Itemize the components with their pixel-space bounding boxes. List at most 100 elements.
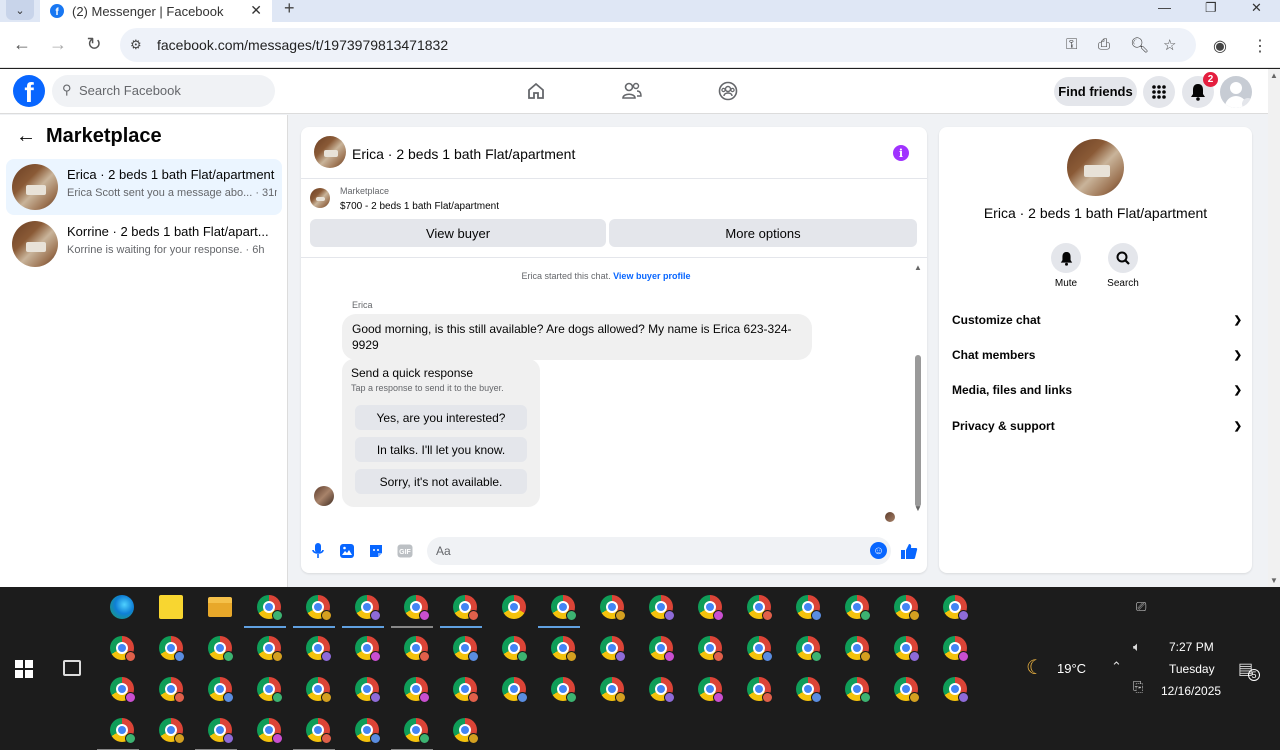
- chrome-icon[interactable]: [551, 677, 577, 703]
- chrome-icon[interactable]: [796, 636, 822, 662]
- edge-browser-icon[interactable]: [110, 595, 134, 619]
- browser-tab[interactable]: f (2) Messenger | Facebook ✕: [40, 0, 272, 22]
- emoji-icon[interactable]: ☺: [870, 542, 887, 559]
- message-input[interactable]: Aa ☺: [427, 537, 891, 565]
- forward-arrow-icon[interactable]: →: [47, 34, 69, 55]
- find-friends-button[interactable]: Find friends: [1054, 77, 1137, 106]
- chrome-icon[interactable]: [649, 636, 675, 662]
- sticker-icon[interactable]: [368, 543, 384, 559]
- tray-chevron-up-icon[interactable]: ⌃: [1111, 659, 1122, 675]
- search-in-chat-button[interactable]: Search: [1098, 243, 1148, 289]
- new-tab-button[interactable]: +: [284, 0, 295, 17]
- quick-response-button[interactable]: In talks. I'll let you know.: [355, 437, 527, 462]
- chrome-icon[interactable]: [600, 595, 626, 621]
- profile-icon[interactable]: ◉: [1213, 36, 1227, 56]
- listing-thumbnail[interactable]: [314, 136, 346, 168]
- chrome-icon[interactable]: [502, 595, 526, 619]
- chrome-icon[interactable]: [600, 636, 626, 662]
- chrome-icon[interactable]: [698, 595, 724, 621]
- chrome-icon[interactable]: [649, 677, 675, 703]
- quick-response-button[interactable]: Yes, are you interested?: [355, 405, 527, 430]
- chrome-icon[interactable]: [404, 636, 430, 662]
- friends-icon[interactable]: [621, 80, 643, 102]
- scroll-down-icon[interactable]: ▼: [1270, 576, 1278, 585]
- chrome-icon[interactable]: [208, 718, 234, 744]
- message-bubble[interactable]: Good morning, is this still available? A…: [342, 314, 812, 360]
- scroll-up-icon[interactable]: ▲: [1270, 71, 1278, 80]
- browser-menu-icon[interactable]: ⋮: [1252, 36, 1268, 56]
- chrome-icon[interactable]: [551, 595, 577, 621]
- sticky-notes-icon[interactable]: [159, 595, 183, 619]
- chrome-icon[interactable]: [306, 595, 332, 621]
- chat-title[interactable]: Erica · 2 beds 1 bath Flat/apartment: [352, 146, 575, 162]
- chrome-icon[interactable]: [943, 636, 969, 662]
- conversation-item[interactable]: Korrine · 2 beds 1 bath Flat/apart... Ko…: [6, 216, 282, 272]
- chrome-icon[interactable]: [404, 677, 430, 703]
- chat-scrollbar[interactable]: ▲ ▼: [913, 263, 922, 513]
- chrome-icon[interactable]: [257, 677, 283, 703]
- zoom-icon[interactable]: 🔍︎: [1130, 36, 1149, 54]
- chrome-icon[interactable]: [943, 677, 969, 703]
- gif-icon[interactable]: GIF: [397, 543, 413, 559]
- bookmark-star-icon[interactable]: ☆: [1163, 36, 1176, 54]
- chrome-icon[interactable]: [306, 636, 332, 662]
- windows-start-icon[interactable]: [15, 660, 33, 678]
- chrome-icon[interactable]: [355, 677, 381, 703]
- task-view-icon[interactable]: [63, 660, 81, 676]
- sender-avatar[interactable]: [314, 486, 334, 506]
- chrome-icon[interactable]: [110, 718, 136, 744]
- chrome-icon[interactable]: [894, 636, 920, 662]
- chrome-icon[interactable]: [159, 718, 185, 744]
- chrome-icon[interactable]: [453, 677, 479, 703]
- mute-button[interactable]: Mute: [1041, 243, 1091, 289]
- conversation-item[interactable]: Erica · 2 beds 1 bath Flat/apartment Eri…: [6, 159, 282, 215]
- customize-chat-section[interactable]: Customize chat ❯: [952, 305, 1242, 335]
- chrome-icon[interactable]: [796, 595, 822, 621]
- chrome-icon[interactable]: [453, 718, 479, 744]
- chrome-icon[interactable]: [502, 636, 528, 662]
- chrome-icon[interactable]: [404, 595, 430, 621]
- chrome-icon[interactable]: [698, 636, 724, 662]
- page-scrollbar[interactable]: ▲ ▼: [1268, 69, 1280, 587]
- chrome-icon[interactable]: [208, 677, 234, 703]
- chrome-icon[interactable]: [159, 677, 185, 703]
- weather-temperature[interactable]: 19°C: [1057, 661, 1086, 676]
- site-settings-icon[interactable]: ⚙: [130, 37, 142, 53]
- chrome-icon[interactable]: [355, 636, 381, 662]
- scroll-up-icon[interactable]: ▲: [914, 263, 922, 272]
- chrome-icon[interactable]: [698, 677, 724, 703]
- install-app-icon[interactable]: ⎙: [1098, 36, 1110, 53]
- quick-response-button[interactable]: Sorry, it's not available.: [355, 469, 527, 494]
- clock-date[interactable]: 12/16/2025: [1161, 684, 1221, 698]
- chrome-icon[interactable]: [355, 718, 381, 744]
- chrome-icon[interactable]: [796, 677, 822, 703]
- chrome-icon[interactable]: [747, 636, 773, 662]
- chrome-icon[interactable]: [159, 636, 185, 662]
- chrome-icon[interactable]: [306, 718, 332, 744]
- chrome-icon[interactable]: [453, 636, 479, 662]
- chrome-icon[interactable]: [110, 677, 136, 703]
- chat-members-section[interactable]: Chat members ❯: [952, 340, 1242, 370]
- facebook-logo-icon[interactable]: f: [13, 75, 45, 107]
- media-files-links-section[interactable]: Media, files and links ❯: [952, 375, 1242, 405]
- chrome-icon[interactable]: [502, 677, 528, 703]
- scroll-down-icon[interactable]: ▼: [914, 504, 922, 513]
- microphone-icon[interactable]: [310, 543, 326, 559]
- photo-icon[interactable]: [339, 543, 355, 559]
- groups-icon[interactable]: [717, 80, 739, 102]
- chrome-icon[interactable]: [845, 636, 871, 662]
- menu-grid-icon[interactable]: [1143, 76, 1175, 108]
- volume-icon[interactable]: 🔈︎: [1133, 639, 1141, 655]
- url-text[interactable]: facebook.com/messages/t/1973979813471832: [157, 37, 448, 53]
- window-close-icon[interactable]: ✕: [1251, 0, 1262, 16]
- address-bar[interactable]: ⚙ facebook.com/messages/t/19739798134718…: [120, 28, 1196, 62]
- facebook-search-input[interactable]: ⚲ Search Facebook: [52, 75, 275, 107]
- chrome-icon[interactable]: [306, 677, 332, 703]
- chrome-icon[interactable]: [894, 595, 920, 621]
- scrollbar-thumb[interactable]: [915, 355, 921, 507]
- weather-moon-icon[interactable]: ☾: [1026, 655, 1044, 680]
- password-key-icon[interactable]: ⚿: [1066, 36, 1077, 53]
- tab-close-icon[interactable]: ✕: [250, 2, 262, 19]
- chrome-icon[interactable]: [943, 595, 969, 621]
- chrome-icon[interactable]: [257, 636, 283, 662]
